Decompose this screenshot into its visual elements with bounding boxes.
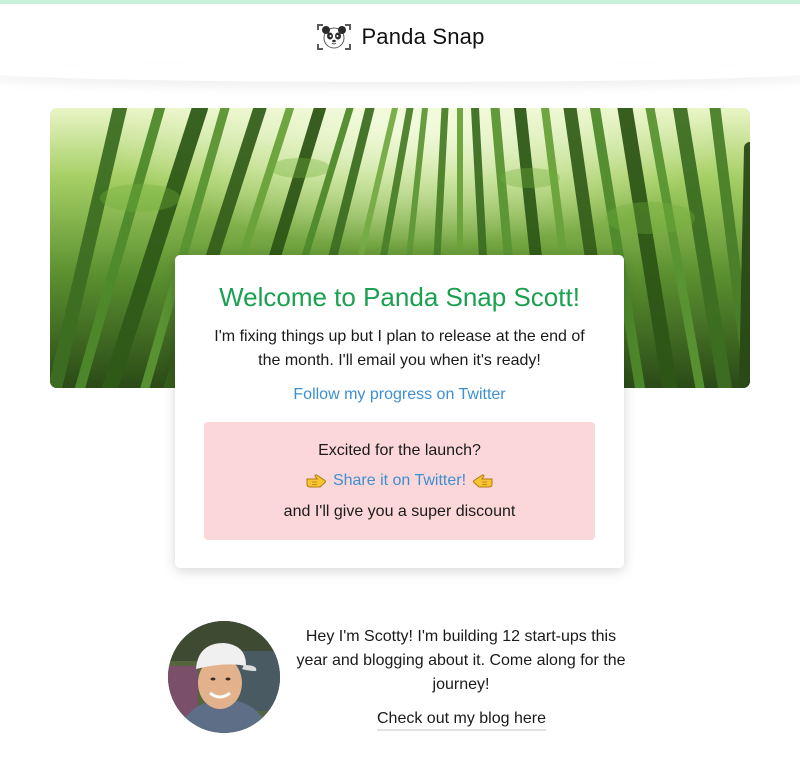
pointing-left-hand-icon <box>473 474 493 488</box>
author-photo <box>168 621 280 733</box>
brand[interactable]: Panda Snap <box>315 22 484 52</box>
app-name: Panda Snap <box>361 24 485 49</box>
promo-discount-text: and I'll give you a super discount <box>283 503 516 520</box>
blog-link[interactable]: Check out my blog here <box>377 710 546 731</box>
welcome-title: Welcome to Panda Snap Scott! <box>219 282 580 312</box>
promo-question: Excited for the launch? <box>318 442 481 459</box>
page: Panda Snap Welcome to Panda Snap Scott! … <box>0 0 800 757</box>
header-shadow <box>0 62 800 82</box>
share-twitter-link[interactable]: Share it on Twitter! <box>333 472 466 490</box>
panda-face-icon <box>317 24 352 50</box>
welcome-card: Welcome to Panda Snap Scott! I'm fixing … <box>175 255 624 568</box>
author-avatar <box>168 621 280 733</box>
promo-share-row: Share it on Twitter! <box>204 472 595 490</box>
follow-twitter-link[interactable]: Follow my progress on Twitter <box>175 386 624 404</box>
pointing-right-hand-icon <box>306 474 326 488</box>
site-header: Panda Snap <box>0 4 800 70</box>
welcome-message: I'm fixing things up but I plan to relea… <box>214 328 585 369</box>
author-bio: Hey I'm Scotty! I'm building 12 start-up… <box>296 628 626 693</box>
share-promo-box: Excited for the launch? Share it on Twit… <box>204 422 595 540</box>
